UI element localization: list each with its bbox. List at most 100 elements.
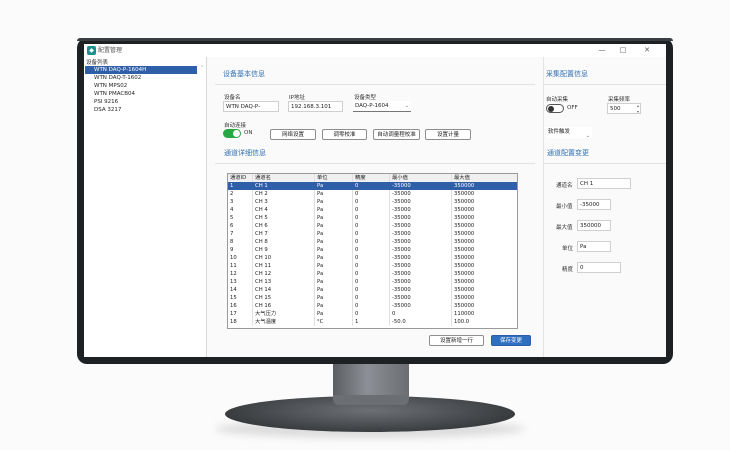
table-row[interactable]: 16 CH 16 Pa 0 -35000 350000 [228, 302, 517, 310]
device-item[interactable]: WTN DAQ-P-1604H [85, 66, 197, 74]
device-type-label: 设备类型 [354, 95, 377, 101]
minimize-button[interactable]: — [593, 44, 611, 57]
device-item[interactable]: DSA 3217 [85, 106, 197, 114]
device-type-select[interactable]: DAQ-P-1604 ⌄ [353, 101, 411, 112]
min-value-label: 最小值 [556, 204, 573, 210]
cell-min: -35000 [390, 222, 452, 230]
cell-channel-name: 大气温度 [253, 318, 315, 326]
column-header[interactable]: 通道ID [228, 174, 253, 182]
precision-field[interactable]: 0 [577, 262, 621, 273]
table-row[interactable]: 6 CH 6 Pa 0 -35000 350000 [228, 222, 517, 230]
cell-min: 0 [390, 310, 452, 318]
auto-connect-state: ON [244, 130, 253, 136]
table-row[interactable]: 14 CH 14 Pa 0 -35000 350000 [228, 286, 517, 294]
column-header[interactable]: 精度 [353, 174, 390, 182]
max-value-field[interactable]: 350000 [577, 220, 611, 231]
table-row[interactable]: 1 CH 1 Pa 0 -35000 350000 [228, 182, 517, 190]
set-metering-button[interactable]: 设置计量 [425, 129, 471, 140]
table-row[interactable]: 2 CH 2 Pa 0 -35000 350000 [228, 190, 517, 198]
device-item[interactable]: WTN DAQ-T-1602 [85, 74, 197, 82]
acq-config-title: 采集配置信息 [546, 70, 588, 78]
zero-calibration-button[interactable]: 调零校准 [322, 129, 367, 140]
device-list-panel: 设备列表 ⌃ WTN DAQ-P-1604H WTN DAQ-T-1602 WT… [84, 57, 207, 357]
cell-channel-id: 16 [228, 302, 253, 310]
stepper-icon[interactable]: ▴ ▾ [637, 104, 639, 113]
network-settings-button[interactable]: 网络设置 [270, 129, 316, 140]
cell-unit: °C [315, 318, 353, 326]
cell-unit: Pa [315, 278, 353, 286]
cell-channel-name: CH 15 [253, 294, 315, 302]
column-header[interactable]: 通道名 [253, 174, 315, 182]
table-row[interactable]: 12 CH 12 Pa 0 -35000 350000 [228, 270, 517, 278]
divider [544, 84, 666, 85]
cell-max: 350000 [452, 278, 517, 286]
add-row-button[interactable]: 设置新增一行 [429, 335, 484, 346]
save-changes-button[interactable]: 保存变更 [491, 335, 531, 346]
cell-unit: Pa [315, 214, 353, 222]
cell-channel-id: 9 [228, 246, 253, 254]
table-row[interactable]: 10 CH 10 Pa 0 -35000 350000 [228, 254, 517, 262]
cell-min: -35000 [390, 238, 452, 246]
column-header[interactable]: 单位 [315, 174, 353, 182]
auto-range-calibration-button[interactable]: 自动调量程校准 [373, 129, 420, 140]
cell-max: 350000 [452, 190, 517, 198]
cell-channel-name: CH 16 [253, 302, 315, 310]
cell-channel-id: 1 [228, 182, 253, 190]
cell-channel-name: CH 12 [253, 270, 315, 278]
unit-field[interactable]: Pa [577, 241, 611, 252]
scroll-up-icon[interactable]: ⌃ [200, 65, 205, 72]
channel-info-title: 通道详细信息 [224, 149, 266, 157]
table-row[interactable]: 13 CH 13 Pa 0 -35000 350000 [228, 278, 517, 286]
close-button[interactable]: ✕ [638, 44, 656, 57]
table-row[interactable]: 3 CH 3 Pa 0 -35000 350000 [228, 198, 517, 206]
cell-channel-name: CH 10 [253, 254, 315, 262]
column-header[interactable]: 最大值 [452, 174, 517, 182]
table-row[interactable]: 4 CH 4 Pa 0 -35000 350000 [228, 206, 517, 214]
table-row[interactable]: 15 CH 15 Pa 0 -35000 350000 [228, 294, 517, 302]
cell-unit: Pa [315, 302, 353, 310]
auto-acq-label: 自动采集 [546, 97, 569, 103]
max-value-label: 最大值 [556, 225, 573, 231]
channel-name-field[interactable]: CH 1 [577, 178, 631, 189]
cell-precision: 0 [353, 270, 390, 278]
table-row[interactable]: 9 CH 9 Pa 0 -35000 350000 [228, 246, 517, 254]
monitor-stand-joint [333, 395, 409, 405]
table-row[interactable]: 17 大气压力 Pa 0 0 110000 [228, 310, 517, 318]
device-item[interactable]: WTN PMACB04 [85, 90, 197, 98]
table-row[interactable]: 11 CH 11 Pa 0 -35000 350000 [228, 262, 517, 270]
device-item[interactable]: PSI 9216 [85, 98, 197, 106]
cell-channel-name: CH 3 [253, 198, 315, 206]
auto-connect-toggle[interactable] [223, 129, 241, 138]
maximize-button[interactable]: □ [614, 44, 632, 57]
column-header[interactable]: 最小值 [390, 174, 452, 182]
acq-rate-field[interactable]: 500 ▴ ▾ [607, 103, 641, 114]
cell-precision: 0 [353, 278, 390, 286]
table-row[interactable]: 7 CH 7 Pa 0 -35000 350000 [228, 230, 517, 238]
cell-max: 350000 [452, 238, 517, 246]
cell-precision: 1 [353, 318, 390, 326]
cell-max: 350000 [452, 262, 517, 270]
divider [544, 163, 666, 164]
cell-channel-id: 3 [228, 198, 253, 206]
cell-channel-name: CH 6 [253, 222, 315, 230]
cell-channel-id: 7 [228, 230, 253, 238]
device-item[interactable]: WTN MPS02 [85, 82, 197, 90]
ip-field[interactable]: 192.168.3.101 [288, 101, 343, 112]
right-panel: 采集配置信息 自动采集 OFF 采集频率 500 ▴ ▾ 软件触发 ⌄ 通道配置变… [543, 57, 666, 357]
min-value-field[interactable]: -35000 [577, 199, 611, 210]
table-row[interactable]: 18 大气温度 °C 1 -50.0 100.0 [228, 318, 517, 326]
auto-acq-toggle[interactable] [546, 104, 564, 113]
cell-unit: Pa [315, 238, 353, 246]
cell-precision: 0 [353, 262, 390, 270]
cell-unit: Pa [315, 262, 353, 270]
table-row[interactable]: 8 CH 8 Pa 0 -35000 350000 [228, 238, 517, 246]
cell-channel-name: CH 11 [253, 262, 315, 270]
ip-label: IP地址 [289, 95, 305, 101]
cell-min: -35000 [390, 214, 452, 222]
cell-channel-id: 13 [228, 278, 253, 286]
trigger-mode-select[interactable]: 软件触发 ⌄ [546, 127, 592, 139]
device-name-field[interactable]: WTN DAQ-P- [223, 101, 279, 112]
cell-channel-name: CH 7 [253, 230, 315, 238]
chevron-down-icon: ⌄ [585, 133, 590, 139]
table-row[interactable]: 5 CH 5 Pa 0 -35000 350000 [228, 214, 517, 222]
